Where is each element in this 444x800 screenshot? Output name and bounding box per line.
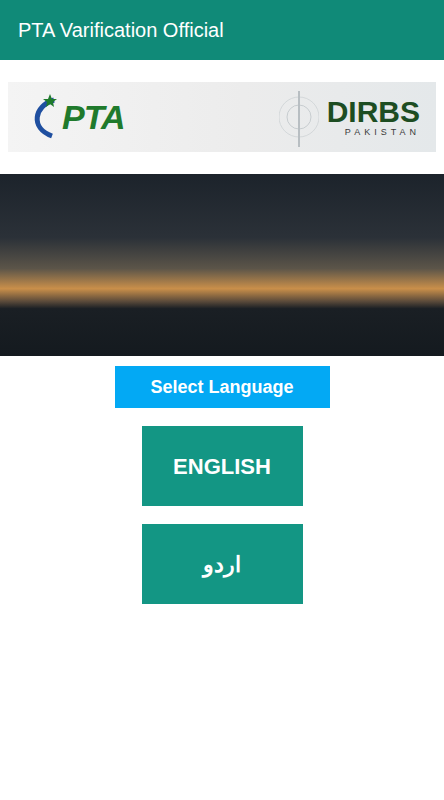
tower-icon [279,87,319,147]
app-title: PTA Varification Official [18,18,224,42]
language-prompt: Select Language [115,366,330,408]
app-bar: PTA Varification Official [0,0,444,60]
language-button[interactable]: ENGLISH [142,426,303,506]
pta-swoosh-icon [28,92,58,142]
header-photo [0,174,444,356]
dirbs-subtitle: PAKISTAN [327,127,420,138]
dirbs-logo: DIRBSPAKISTAN [279,87,420,147]
language-button[interactable]: اردو [142,524,303,604]
language-list: ENGLISH اردو [142,426,303,604]
pta-logo: PTA [28,92,124,142]
pta-logo-text: PTA [62,100,124,134]
language-section: Select Language ENGLISH اردو [0,356,444,604]
dirbs-text: DIRBSPAKISTAN [327,97,420,138]
dirbs-title: DIRBS [327,97,420,127]
banner: PTA DIRBSPAKISTAN [8,82,436,152]
